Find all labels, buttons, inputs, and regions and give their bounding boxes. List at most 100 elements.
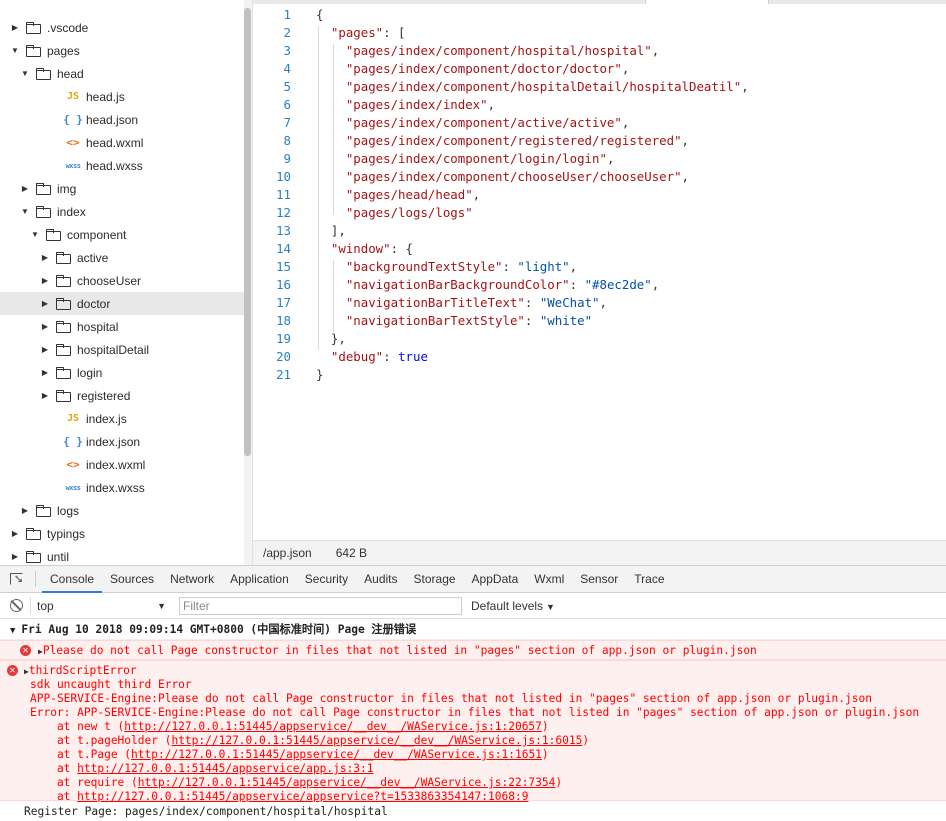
folder-icon	[56, 390, 71, 402]
tree-item--vscode[interactable]: ▶ .vscode	[0, 16, 244, 39]
tree-scrollbar-thumb[interactable]	[244, 8, 251, 456]
tab-sensor[interactable]: Sensor	[572, 566, 626, 593]
tab-security[interactable]: Security	[297, 566, 356, 593]
caret-down-icon[interactable]: ▼	[10, 626, 15, 636]
stack-frame: at require (http://127.0.0.1:51445/appse…	[30, 776, 562, 790]
tree-item-head-wxss[interactable]: wxss head.wxss	[0, 154, 244, 177]
console-group-header[interactable]: ▼ Fri Aug 10 2018 09:09:14 GMT+0800 (中国标准…	[0, 620, 946, 640]
code-token: ,	[621, 115, 630, 130]
console-log-message: Register Page: pages/index/component/hos…	[0, 802, 946, 821]
code-token: "pages/index/component/registered/regist…	[345, 133, 682, 148]
tree-item-label: hospitalDetail	[77, 342, 150, 357]
folder-icon	[26, 528, 41, 540]
tree-item-login[interactable]: ▶ login	[0, 361, 244, 384]
caret-right-icon[interactable]: ▶	[40, 299, 50, 308]
line-code: "pages/index/index",	[316, 96, 495, 114]
tab-appdata[interactable]: AppData	[464, 566, 527, 593]
tree-item-index[interactable]: ▼ index	[0, 200, 244, 223]
code-token: ,	[599, 295, 607, 310]
tree-item-head[interactable]: ▼ head	[0, 62, 244, 85]
tree-item-typings[interactable]: ▶ typings	[0, 522, 244, 545]
stack-frame-link[interactable]: http://127.0.0.1:51445/appservice/__dev_…	[124, 720, 542, 733]
tree-item-logs[interactable]: ▶ logs	[0, 499, 244, 522]
code-token: "pages/index/component/hospital/hospital…	[345, 43, 652, 58]
tab-sources[interactable]: Sources	[102, 566, 162, 593]
line-number: 5	[283, 79, 291, 94]
tree-item-head-js[interactable]: JS head.js	[0, 85, 244, 108]
tree-item-pages[interactable]: ▼ pages	[0, 39, 244, 62]
caret-right-icon[interactable]: ▶	[40, 391, 50, 400]
log-levels-dropdown[interactable]: Default levels ▼	[471, 599, 555, 613]
caret-right-icon[interactable]: ▶	[10, 552, 20, 561]
caret-right-icon[interactable]: ▶	[40, 322, 50, 331]
folder-icon	[36, 183, 51, 195]
stack-frame: at new t (http://127.0.0.1:51445/appserv…	[30, 720, 549, 734]
tree-item-img[interactable]: ▶ img	[0, 177, 244, 200]
tree-item-index-wxss[interactable]: wxss index.wxss	[0, 476, 244, 499]
code-token: ,	[621, 61, 630, 76]
folder-open-icon	[46, 229, 61, 241]
code-token: "navigationBarTextStyle"	[345, 313, 525, 328]
error-title-text: thirdScriptError	[28, 664, 137, 677]
caret-right-icon[interactable]: ▶	[20, 184, 30, 193]
code-token: ,	[651, 277, 660, 292]
code-editor[interactable]: 1{2 "pages": [3 "pages/index/component/h…	[253, 0, 946, 540]
tree-item-hospitaldetail[interactable]: ▶ hospitalDetail	[0, 338, 244, 361]
tree-item-registered[interactable]: ▶ registered	[0, 384, 244, 407]
code-token: },	[316, 331, 346, 346]
caret-right-icon[interactable]: ▶	[20, 506, 30, 515]
file-tree: ▶ .vscode ▼ pages ▼ head JS head.js{ } head.json…	[0, 0, 253, 565]
caret-down-icon[interactable]: ▼	[20, 69, 30, 78]
stack-frame-link[interactable]: http://127.0.0.1:51445/appservice/__dev_…	[171, 734, 582, 747]
context-select[interactable]: top ▼	[30, 596, 170, 615]
tree-item-until[interactable]: ▶ until	[0, 545, 244, 565]
tree-item-index-wxml[interactable]: <> index.wxml	[0, 453, 244, 476]
tree-item-active[interactable]: ▶ active	[0, 246, 244, 269]
caret-right-icon[interactable]: ▶	[40, 253, 50, 262]
line-number: 8	[283, 133, 291, 148]
tree-item-hospital[interactable]: ▶ hospital	[0, 315, 244, 338]
tab-wxml[interactable]: Wxml	[526, 566, 572, 593]
console-error-message[interactable]: ✕ ▶Please do not call Page constructor in…	[0, 640, 946, 660]
stack-frame-link[interactable]: http://127.0.0.1:51445/appservice/app.js…	[77, 762, 373, 775]
stack-frame-link[interactable]: http://127.0.0.1:51445/appservice/__dev_…	[131, 748, 542, 761]
tab-console[interactable]: Console	[42, 566, 103, 593]
caret-right-icon[interactable]: ▶	[40, 368, 50, 377]
code-token: "#8ec2de"	[584, 277, 652, 292]
console-filter-input[interactable]: Filter	[179, 596, 462, 615]
tree-item-head-wxml[interactable]: <> head.wxml	[0, 131, 244, 154]
caret-down-icon[interactable]: ▼	[10, 46, 20, 55]
tree-item-index-js[interactable]: JS index.js	[0, 407, 244, 430]
caret-down-icon[interactable]: ▼	[30, 230, 40, 239]
code-token: : {	[390, 241, 413, 256]
tab-application[interactable]: Application	[222, 566, 297, 593]
code-token: "pages"	[330, 25, 384, 40]
editor-tab-active[interactable]	[645, 0, 769, 4]
tab-network[interactable]: Network	[162, 566, 222, 593]
tree-item-index-json[interactable]: { } index.json	[0, 430, 244, 453]
caret-right-icon[interactable]: ▶	[40, 345, 50, 354]
tree-item-component[interactable]: ▼ component	[0, 223, 244, 246]
inspect-element-icon[interactable]	[9, 571, 25, 587]
tree-item-doctor[interactable]: ▶ doctor	[0, 292, 244, 315]
tree-item-label: index.js	[86, 411, 127, 426]
tree-item-chooseuser[interactable]: ▶ chooseUser	[0, 269, 244, 292]
tree-item-head-json[interactable]: { } head.json	[0, 108, 244, 131]
caret-right-icon[interactable]: ▶	[10, 529, 20, 538]
tab-audits[interactable]: Audits	[356, 566, 405, 593]
caret-right-icon[interactable]: ▶	[10, 23, 20, 32]
code-line: 18 "navigationBarTextStyle": "white"	[253, 312, 946, 330]
tab-trace[interactable]: Trace	[626, 566, 672, 593]
caret-right-icon[interactable]: ▶	[40, 276, 50, 285]
console-error-message[interactable]: ✕ ▶thirdScriptError sdk uncaught third Err…	[0, 660, 946, 803]
folder-icon	[56, 252, 71, 264]
tree-item-label: active	[77, 250, 109, 265]
stack-frame-link[interactable]: http://127.0.0.1:51445/appservice/__dev_…	[138, 776, 556, 789]
clear-console-icon[interactable]	[10, 599, 23, 612]
tab-storage[interactable]: Storage	[406, 566, 464, 593]
caret-down-icon[interactable]: ▼	[20, 207, 30, 216]
